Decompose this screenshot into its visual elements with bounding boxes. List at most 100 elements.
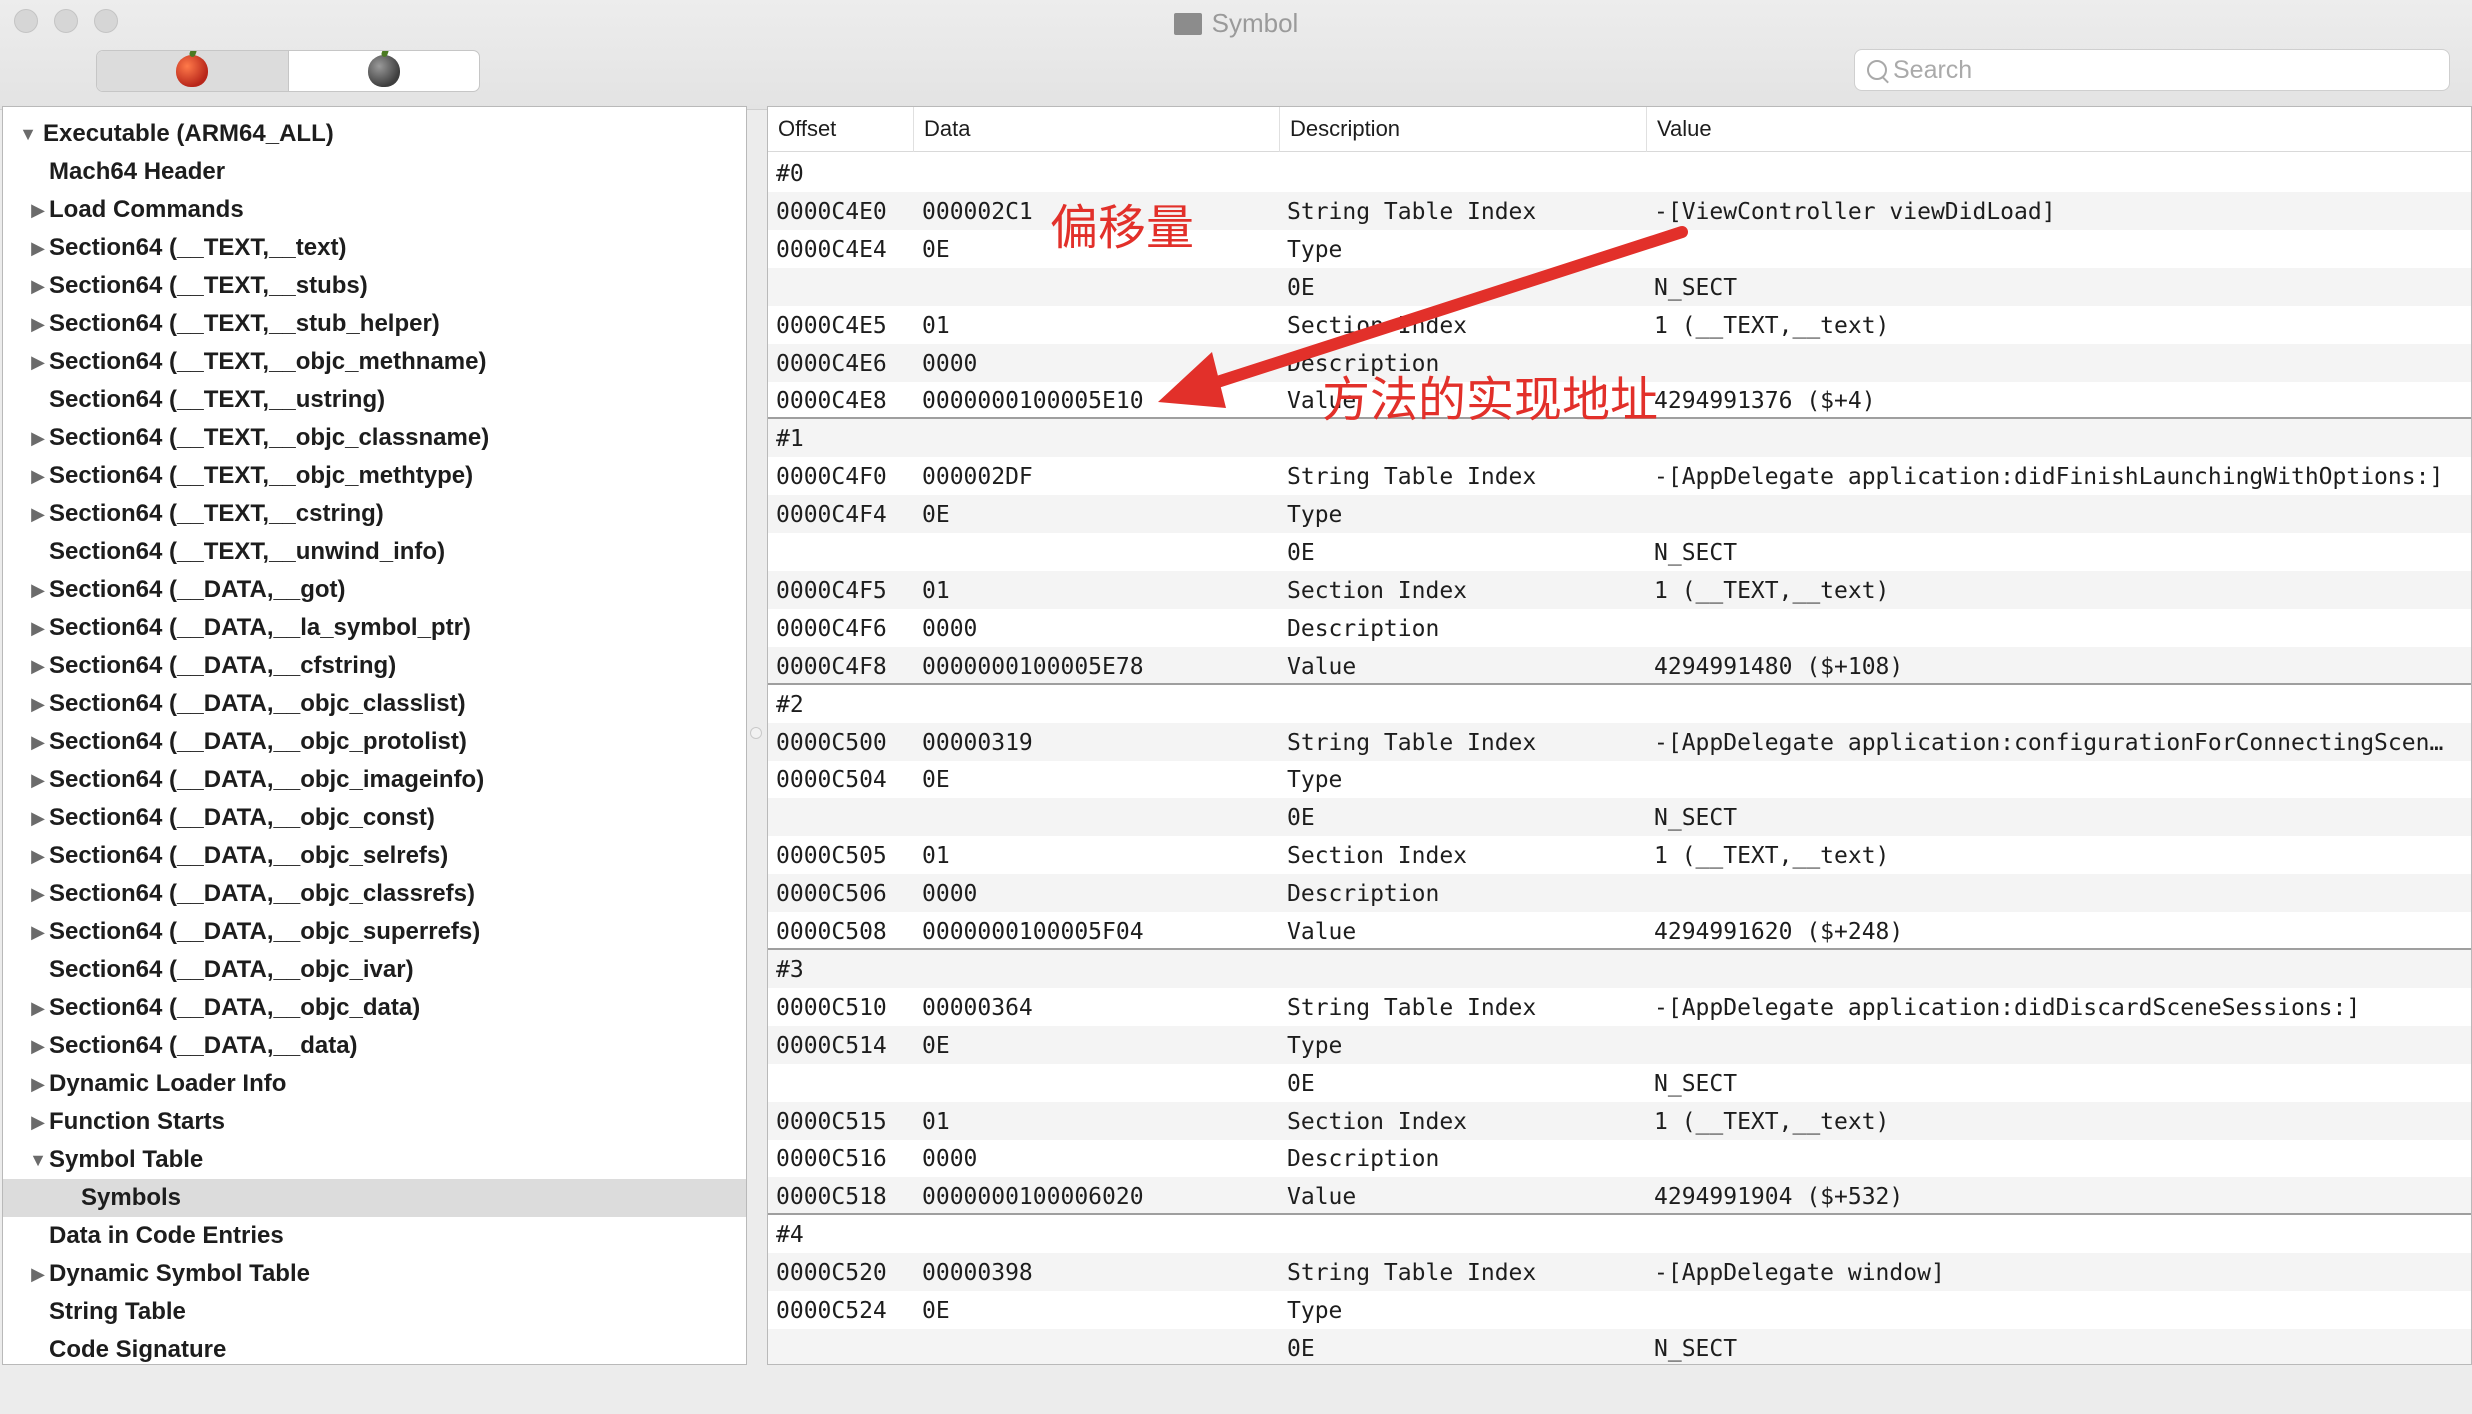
column-header-description[interactable]: Description (1279, 107, 1646, 152)
tree-item[interactable]: ▶ Section64 (__TEXT,__stubs) (3, 267, 746, 305)
tree-item[interactable]: ▶ Section64 (__DATA,__objc_classlist) (3, 685, 746, 723)
tree-item[interactable]: ▶ Section64 (__DATA,__objc_selrefs) (3, 837, 746, 875)
disclosure-closed-icon[interactable]: ▶ (27, 922, 49, 943)
disclosure-closed-icon[interactable]: ▶ (27, 504, 49, 525)
table-row[interactable]: 0000C510 00000364 String Table Index -[AppD… (768, 988, 2471, 1026)
tree-item[interactable]: Data in Code Entries (3, 1217, 746, 1255)
disclosure-closed-icon[interactable]: ▶ (27, 200, 49, 221)
table-row[interactable]: 0000C520 00000398 String Table Index -[AppD… (768, 1253, 2471, 1292)
tree-item[interactable]: Section64 (__TEXT,__unwind_info) (3, 533, 746, 571)
tree-item[interactable]: ▶ Section64 (__DATA,__objc_data) (3, 989, 746, 1027)
tree-item[interactable]: ▶ Section64 (__DATA,__got) (3, 571, 746, 609)
column-header-data[interactable]: Data (913, 107, 1279, 152)
table-row[interactable]: 0000C515 01 Section Index 1 (__TEXT,__text) (768, 1101, 2471, 1140)
disclosure-closed-icon[interactable]: ▶ (27, 314, 49, 335)
disclosure-closed-icon[interactable]: ▶ (27, 656, 49, 677)
symbol-group-row[interactable]: #2 (768, 685, 2471, 723)
symbol-group-row[interactable]: #0 (768, 154, 2471, 192)
table-row[interactable]: 0000C516 0000 Description (768, 1139, 2471, 1177)
rva-mode-segment[interactable] (289, 51, 480, 91)
disclosure-open-icon[interactable]: ▼ (17, 124, 39, 145)
tree-item[interactable]: ▶ Section64 (__TEXT,__cstring) (3, 495, 746, 533)
disclosure-closed-icon[interactable]: ▶ (27, 352, 49, 373)
tree-item[interactable]: Section64 (__DATA,__objc_ivar) (3, 951, 746, 989)
tree-item[interactable]: ▶ Function Starts (3, 1103, 746, 1141)
search-input[interactable] (1893, 55, 2433, 85)
column-header-offset[interactable]: Offset (768, 107, 913, 152)
tree-item[interactable]: Section64 (__TEXT,__ustring) (3, 381, 746, 419)
table-row[interactable]: 0000C4E4 0E Type (768, 230, 2471, 268)
table-row[interactable]: 0000C508 0000000100005F04 Value 4294991620 … (768, 912, 2471, 950)
tree-item[interactable]: ▶ Section64 (__TEXT,__text) (3, 229, 746, 267)
disclosure-closed-icon[interactable]: ▶ (27, 580, 49, 601)
disclosure-closed-icon[interactable]: ▶ (27, 808, 49, 829)
tree-item[interactable]: Code Signature (3, 1331, 746, 1364)
tree-item[interactable]: ▶ Dynamic Loader Info (3, 1065, 746, 1103)
table-row[interactable]: 0000C4F6 0000 Description (768, 609, 2471, 647)
search-field[interactable] (1854, 49, 2450, 91)
disclosure-closed-icon[interactable]: ▶ (27, 1036, 49, 1057)
table-row[interactable]: 0E N_SECT (768, 533, 2471, 571)
view-mode-segmented-control[interactable] (96, 50, 480, 92)
raw-mode-segment[interactable] (97, 51, 289, 91)
disclosure-closed-icon[interactable]: ▶ (27, 618, 49, 639)
table-row[interactable]: 0000C518 0000000100006020 Value 4294991904 … (768, 1177, 2471, 1216)
disclosure-open-icon[interactable]: ▼ (27, 1150, 49, 1171)
split-view-divider-handle[interactable] (750, 727, 762, 739)
table-row[interactable]: 0000C4F0 000002DF String Table Index -[AppD… (768, 457, 2471, 495)
tree-item[interactable]: ▶ Section64 (__TEXT,__stub_helper) (3, 305, 746, 343)
table-row[interactable]: 0000C506 0000 Description (768, 874, 2471, 913)
column-header-value[interactable]: Value (1646, 107, 2471, 152)
disclosure-closed-icon[interactable]: ▶ (27, 1112, 49, 1133)
disclosure-closed-icon[interactable]: ▶ (27, 770, 49, 791)
disclosure-closed-icon[interactable]: ▶ (27, 238, 49, 259)
disclosure-closed-icon[interactable]: ▶ (27, 884, 49, 905)
table-row[interactable]: 0000C504 0E Type (768, 760, 2471, 798)
table-row[interactable]: 0000C4E5 01 Section Index 1 (__TEXT,__text) (768, 306, 2471, 344)
disclosure-closed-icon[interactable]: ▶ (27, 1264, 49, 1285)
disclosure-closed-icon[interactable]: ▶ (27, 732, 49, 753)
tree-item[interactable]: ▶ Dynamic Symbol Table (3, 1255, 746, 1293)
table-row[interactable]: 0E N_SECT (768, 798, 2471, 837)
symbol-group-row[interactable]: #3 (768, 949, 2471, 988)
disclosure-closed-icon[interactable]: ▶ (27, 694, 49, 715)
table-row[interactable]: 0000C4E0 000002C1 String Table Index -[View… (768, 191, 2471, 230)
table-row[interactable]: 0E N_SECT (768, 1064, 2471, 1102)
tree-item[interactable]: ▶ Section64 (__DATA,__objc_protolist) (3, 723, 746, 761)
table-row[interactable]: 0000C524 0E Type (768, 1291, 2471, 1329)
tree-item[interactable]: ▶ Section64 (__DATA,__objc_superrefs) (3, 913, 746, 951)
tree-item[interactable]: ▶ Section64 (__DATA,__objc_classrefs) (3, 875, 746, 913)
tree-item[interactable]: ▶ Section64 (__DATA,__data) (3, 1027, 746, 1065)
symbol-group-row[interactable]: #4 (768, 1215, 2471, 1253)
table-row[interactable]: 0E N_SECT (768, 267, 2471, 306)
tree-item[interactable]: Symbols (3, 1179, 746, 1217)
tree-item[interactable]: ▶ Section64 (__TEXT,__objc_methname) (3, 343, 746, 381)
tree-item[interactable]: String Table (3, 1293, 746, 1331)
value-cell: 4294991480 ($+108) (1654, 653, 1904, 680)
table-row[interactable]: 0E N_SECT (768, 1328, 2471, 1364)
symbols-table[interactable]: Offset Data Description Value #0 0000C4E0… (767, 106, 2472, 1365)
tree-item[interactable]: ▼ Executable (ARM64_ALL) (3, 115, 746, 153)
disclosure-closed-icon[interactable]: ▶ (27, 466, 49, 487)
disclosure-closed-icon[interactable]: ▶ (27, 846, 49, 867)
tree-item[interactable]: ▶ Section64 (__DATA,__cfstring) (3, 647, 746, 685)
outline-tree[interactable]: ▼ Executable (ARM64_ALL) Mach64 Header ▶ Loa… (2, 106, 747, 1365)
table-row[interactable]: 0000C505 01 Section Index 1 (__TEXT,__text) (768, 836, 2471, 874)
table-row[interactable]: 0000C4F4 0E Type (768, 495, 2471, 534)
disclosure-closed-icon[interactable]: ▶ (27, 998, 49, 1019)
tree-item[interactable]: ▶ Section64 (__TEXT,__objc_classname) (3, 419, 746, 457)
tree-item[interactable]: ▶ Section64 (__TEXT,__objc_methtype) (3, 457, 746, 495)
table-row[interactable]: 0000C500 00000319 String Table Index -[AppD… (768, 722, 2471, 761)
disclosure-closed-icon[interactable]: ▶ (27, 276, 49, 297)
disclosure-closed-icon[interactable]: ▶ (27, 428, 49, 449)
tree-item[interactable]: ▶ Section64 (__DATA,__la_symbol_ptr) (3, 609, 746, 647)
table-row[interactable]: 0000C4F5 01 Section Index 1 (__TEXT,__text) (768, 570, 2471, 609)
tree-item[interactable]: ▶ Section64 (__DATA,__objc_imageinfo) (3, 761, 746, 799)
tree-item[interactable]: ▼ Symbol Table (3, 1141, 746, 1179)
table-row[interactable]: 0000C4F8 0000000100005E78 Value 4294991480 … (768, 646, 2471, 685)
tree-item[interactable]: Mach64 Header (3, 153, 746, 191)
table-row[interactable]: 0000C514 0E Type (768, 1025, 2471, 1064)
tree-item[interactable]: ▶ Load Commands (3, 191, 746, 229)
tree-item[interactable]: ▶ Section64 (__DATA,__objc_const) (3, 799, 746, 837)
disclosure-closed-icon[interactable]: ▶ (27, 1074, 49, 1095)
